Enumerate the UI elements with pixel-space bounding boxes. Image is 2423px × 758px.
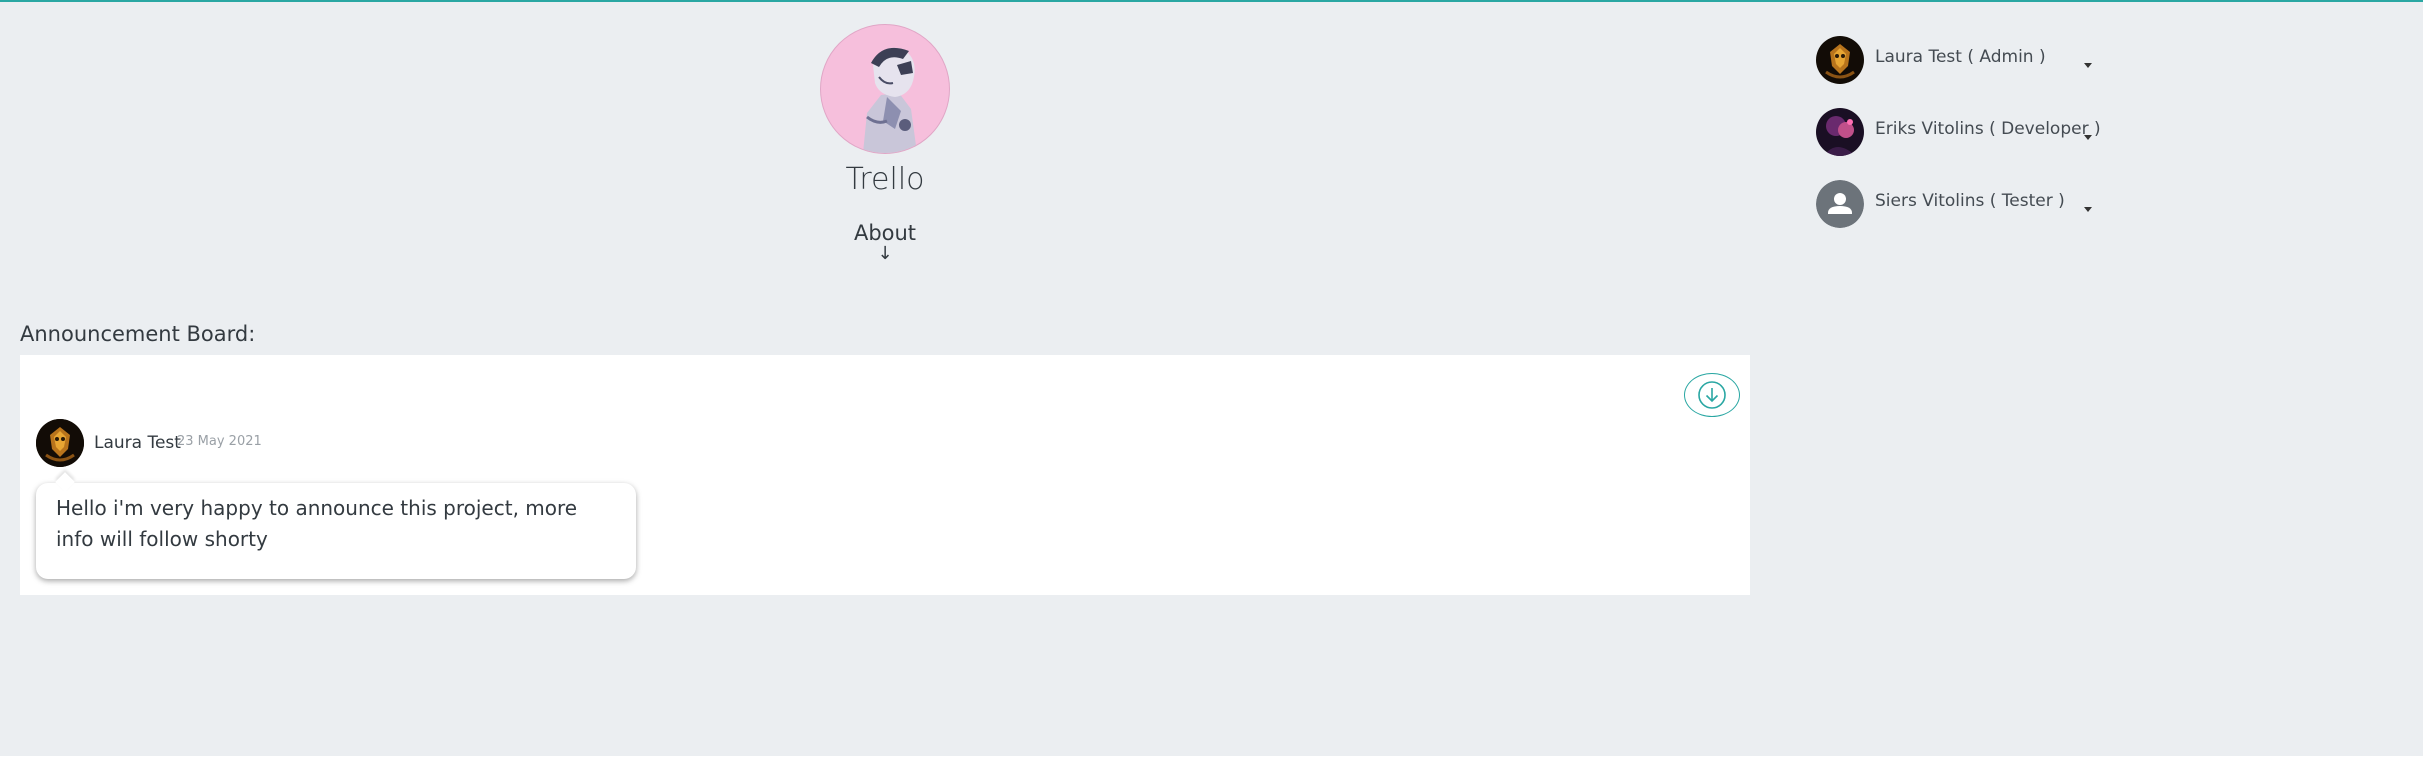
- bubble-tail: [55, 472, 75, 492]
- avatar: [36, 419, 84, 467]
- person-placeholder-icon: [1816, 180, 1864, 228]
- member-name: Siers Vitolins ( Tester ): [1875, 191, 2065, 211]
- project-header: Trello About ↓: [700, 24, 1070, 263]
- about-label: About: [853, 221, 917, 245]
- announcement-message: Hello i'm very happy to announce this pr…: [36, 472, 636, 579]
- post-author: Laura Test: [94, 433, 181, 453]
- announcement-board: Laura Test 23 May 2021 Hello i'm very ha…: [20, 355, 1750, 595]
- member-item[interactable]: Eriks Vitolins ( Developer ): [1816, 108, 2116, 156]
- top-accent-line: [0, 0, 2423, 2]
- arrow-down-icon: ↓: [877, 243, 893, 264]
- avatar: [1816, 180, 1864, 228]
- announcement-board-label: Announcement Board:: [20, 322, 256, 346]
- member-list: Laura Test ( Admin ) Eriks Vitolins ( De…: [1816, 36, 2116, 252]
- announcement-text: Hello i'm very happy to announce this pr…: [56, 496, 578, 551]
- project-avatar: [820, 24, 950, 154]
- avatar-image: [1816, 36, 1864, 84]
- member-name: Eriks Vitolins ( Developer ): [1875, 119, 2101, 139]
- caret-down-icon[interactable]: [2084, 135, 2092, 140]
- about-link[interactable]: About ↓: [853, 221, 917, 264]
- member-item[interactable]: Siers Vitolins ( Tester ): [1816, 180, 2116, 228]
- member-name: Laura Test ( Admin ): [1875, 47, 2046, 67]
- project-title: Trello: [845, 162, 925, 197]
- avatar-image: [36, 419, 84, 467]
- avatar-image: [1816, 108, 1864, 156]
- post-date: 23 May 2021: [177, 434, 262, 449]
- member-item[interactable]: Laura Test ( Admin ): [1816, 36, 2116, 84]
- avatar: [1816, 108, 1864, 156]
- avatar: [1816, 36, 1864, 84]
- caret-down-icon[interactable]: [2084, 207, 2092, 212]
- caret-down-icon[interactable]: [2084, 63, 2092, 68]
- scroll-down-button[interactable]: [1684, 373, 1740, 417]
- project-avatar-illustration: [863, 47, 917, 153]
- arrow-down-circle-icon: [1698, 381, 1726, 409]
